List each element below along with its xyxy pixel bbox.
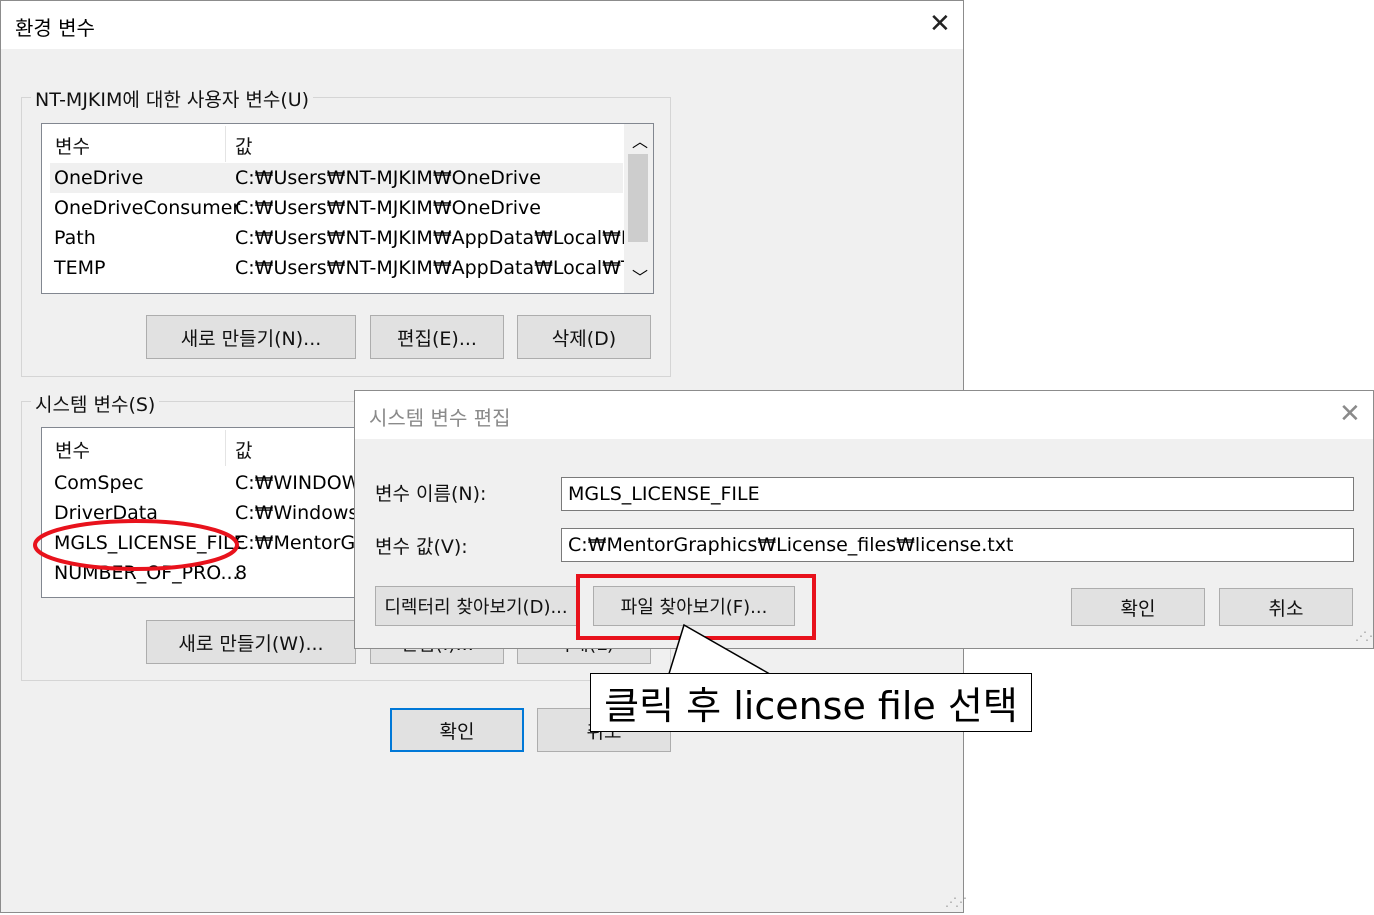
variable-value: C:₩Users₩NT-MJKIM₩AppData₩Local₩Te...: [235, 257, 654, 279]
column-separator[interactable]: [225, 430, 226, 466]
user-new-button[interactable]: 새로 만들기(N)...: [146, 315, 356, 359]
variable-name-input[interactable]: MGLS_LICENSE_FILE: [561, 477, 1354, 511]
edit-ok-button[interactable]: 확인: [1071, 588, 1205, 626]
variable-name: TEMP: [54, 257, 106, 279]
resize-grip-icon[interactable]: ⋰⋰: [945, 895, 967, 909]
title-bar: 환경 변수 ✕: [1, 1, 963, 49]
title-bar: 시스템 변수 편집 ✕: [355, 391, 1373, 439]
close-icon[interactable]: ✕: [1339, 401, 1361, 427]
variable-value: C:₩Users₩NT-MJKIM₩OneDrive: [235, 197, 541, 219]
column-header-value[interactable]: 값: [235, 132, 252, 159]
browse-directory-button[interactable]: 디렉터리 찾아보기(D)...: [375, 586, 577, 626]
variable-value: C:₩Users₩NT-MJKIM₩AppData₩Local₩Mi...: [235, 227, 654, 249]
user-variables-label: NT-MJKIM에 대한 사용자 변수(U): [31, 85, 314, 112]
variable-name-label: 변수 이름(N):: [375, 483, 487, 505]
edit-cancel-button[interactable]: 취소: [1219, 588, 1353, 626]
close-icon[interactable]: ✕: [929, 11, 951, 37]
variable-name: Path: [54, 227, 96, 249]
user-delete-button[interactable]: 삭제(D): [517, 315, 651, 359]
chevron-up-icon[interactable]: ︿: [632, 128, 648, 152]
annotation-callout: 클릭 후 license file 선택: [590, 673, 1032, 732]
list-item[interactable]: Path C:₩Users₩NT-MJKIM₩AppData₩Local₩Mi.…: [50, 223, 653, 253]
system-variables-label: 시스템 변수(S): [31, 390, 160, 417]
column-header-value[interactable]: 값: [235, 436, 252, 463]
variable-value: C:₩WINDOWS: [235, 472, 373, 494]
variable-name: OneDriveConsumer: [54, 197, 241, 219]
variable-value-label: 변수 값(V):: [375, 536, 468, 558]
variable-value-input[interactable]: C:₩MentorGraphics₩License_files₩license.…: [561, 528, 1354, 562]
column-separator[interactable]: [225, 126, 226, 162]
highlight-ellipse: [33, 519, 239, 571]
scrollbar-thumb[interactable]: [628, 154, 648, 242]
list-item[interactable]: OneDriveConsumer C:₩Users₩NT-MJKIM₩OneDr…: [50, 193, 623, 223]
variable-name: OneDrive: [54, 167, 144, 189]
edit-system-variable-dialog: 시스템 변수 편집 ✕ 변수 이름(N): MGLS_LICENSE_FILE …: [354, 390, 1374, 649]
dialog-title: 환경 변수: [15, 16, 95, 40]
variable-name: ComSpec: [54, 472, 144, 494]
user-edit-button[interactable]: 편집(E)...: [370, 315, 504, 359]
variable-value: C:₩Users₩NT-MJKIM₩OneDrive: [235, 167, 541, 189]
list-item[interactable]: OneDrive C:₩Users₩NT-MJKIM₩OneDrive: [50, 163, 623, 193]
column-header-name[interactable]: 변수: [55, 436, 90, 463]
dialog-title: 시스템 변수 편집: [369, 406, 511, 430]
list-item[interactable]: TEMP C:₩Users₩NT-MJKIM₩AppData₩Local₩Te.…: [50, 253, 653, 283]
chevron-down-icon[interactable]: ﹀: [632, 264, 648, 288]
vertical-scrollbar[interactable]: ︿ ﹀: [624, 124, 653, 293]
column-header-name[interactable]: 변수: [55, 132, 90, 159]
main-ok-button[interactable]: 확인: [390, 708, 524, 752]
user-variables-list[interactable]: 변수 값 OneDrive C:₩Users₩NT-MJKIM₩OneDrive…: [41, 123, 654, 294]
resize-grip-icon[interactable]: ⋰⋰: [1355, 629, 1374, 643]
system-new-button[interactable]: 새로 만들기(W)...: [146, 620, 356, 664]
